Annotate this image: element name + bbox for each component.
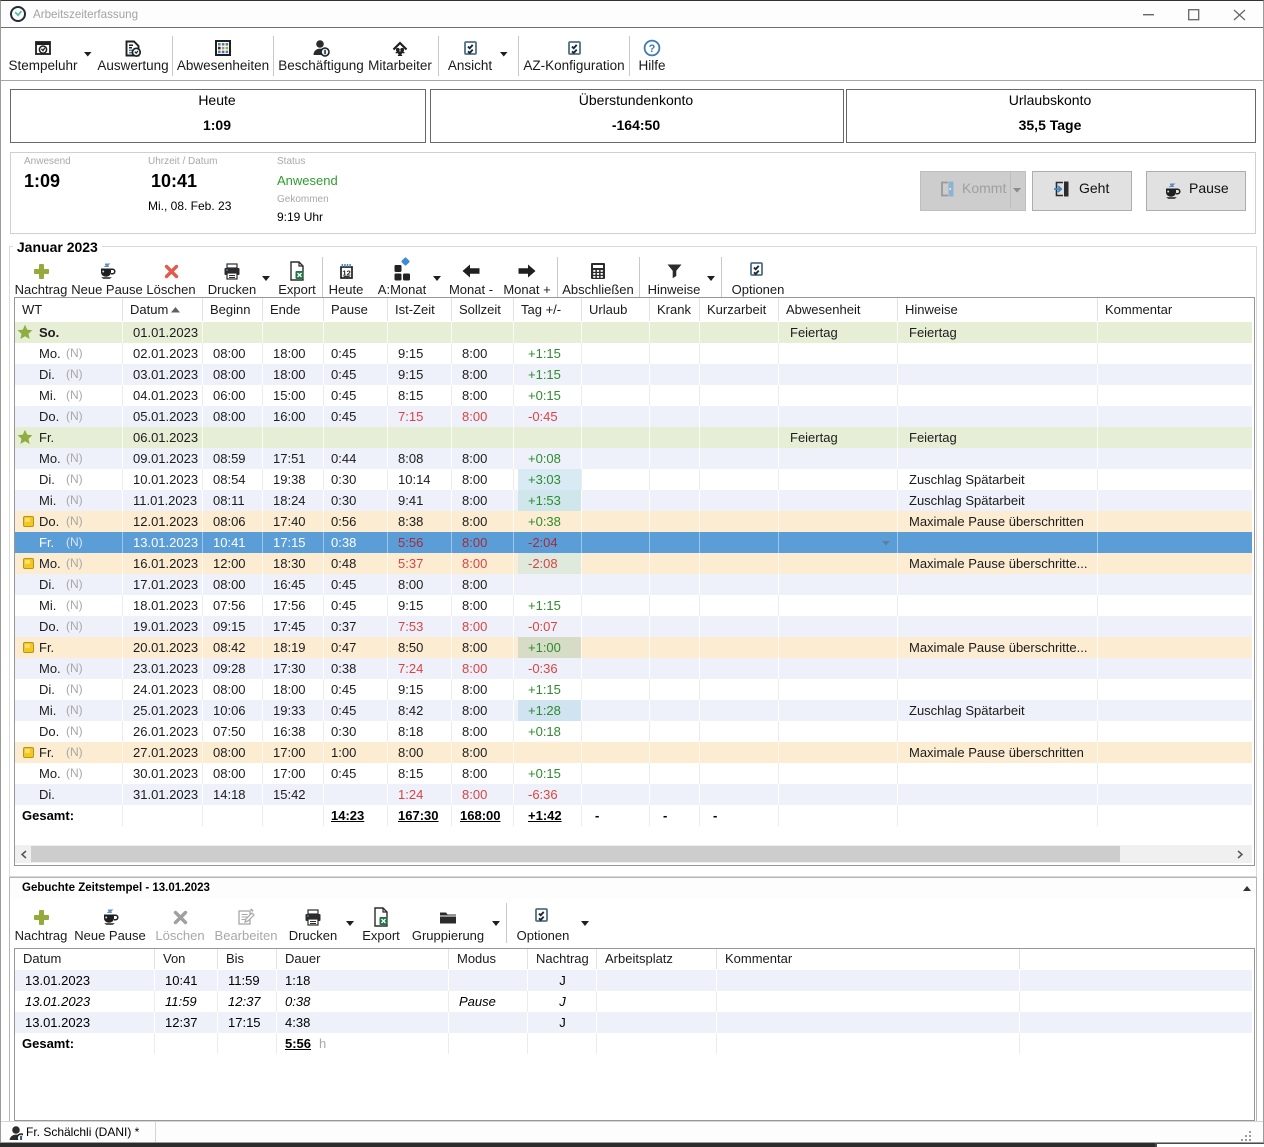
svg-text:?: ? — [649, 43, 656, 55]
